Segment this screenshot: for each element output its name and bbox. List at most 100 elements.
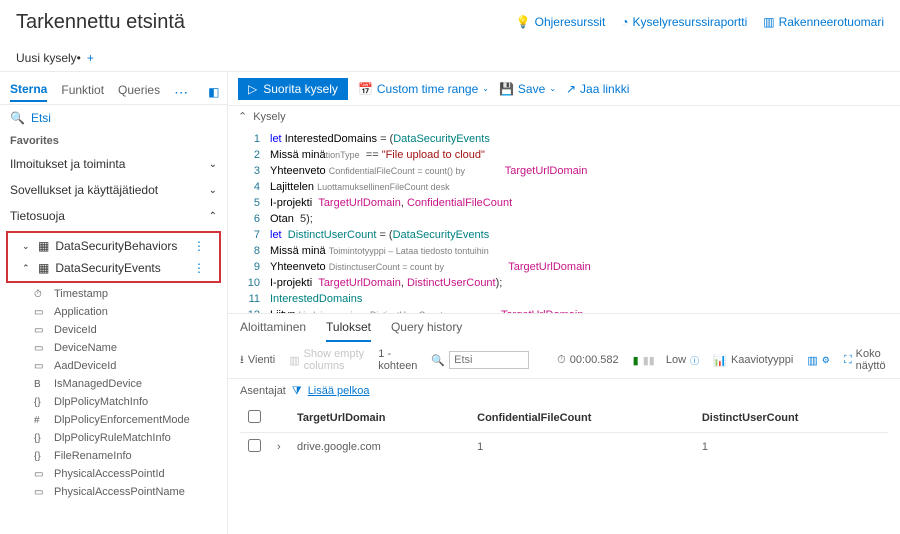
select-all-checkbox[interactable] xyxy=(248,410,261,423)
chevron-down-icon: ⌄ xyxy=(209,159,217,170)
sidebar: Sterna Funktiot Queries ⋯ ◧ 🔍 Etsi Favor… xyxy=(0,72,228,534)
chevron-up-icon: ⌃ xyxy=(209,211,217,222)
share-icon: ↗ xyxy=(566,82,576,96)
search-icon: 🔍 xyxy=(10,111,25,125)
add-filter-link[interactable]: Lisää pelkoa xyxy=(308,385,370,398)
time-range-dropdown[interactable]: 📅Custom time range⌄ xyxy=(358,82,489,96)
section-dataprotection[interactable]: Tietosuoja ⌃ xyxy=(0,203,227,229)
tab-results[interactable]: Tulokset xyxy=(326,320,371,342)
clock-icon: ⏱ xyxy=(557,354,566,367)
more-icon[interactable]: ⋮ xyxy=(193,261,205,275)
resource-low: ▮▮▮ Lowⓘ xyxy=(633,353,700,367)
field-type-icon: {} xyxy=(34,433,48,444)
highlighted-tables: ⌄ ▦ DataSecurityBehaviors ⋮ ⌃ ▦ DataSecu… xyxy=(6,231,221,283)
table-icon: ▦ xyxy=(38,261,49,275)
save-dropdown[interactable]: 💾Save⌄ xyxy=(499,82,556,96)
field-type-icon: ▭ xyxy=(34,343,48,354)
favorites-label: Favorites xyxy=(0,131,227,151)
search-icon: 🔍 xyxy=(431,354,445,367)
field-aaddeviceid[interactable]: ▭AadDeviceId xyxy=(0,357,227,375)
gauge-icon: ◔ xyxy=(621,15,628,29)
field-dlppolicyenforcementmode[interactable]: #DlpPolicyEnforcementMode xyxy=(0,411,227,429)
more-tabs-icon[interactable]: ⋯ xyxy=(174,84,188,101)
chevron-down-icon: ⌄ xyxy=(549,84,556,93)
customize-columns-button[interactable]: ▥⚙ xyxy=(807,354,830,367)
chart-icon: 📊 xyxy=(713,354,727,367)
filter-icon[interactable]: ⧩ xyxy=(292,385,302,398)
field-timestamp[interactable]: ⏱Timestamp xyxy=(0,285,227,303)
table-row[interactable]: › drive.google.com 1 1 xyxy=(240,433,888,462)
new-tab-button[interactable]: + xyxy=(87,51,94,65)
field-type-icon: ▭ xyxy=(34,469,48,480)
field-physicalaccesspointname[interactable]: ▭PhysicalAccessPointName xyxy=(0,483,227,501)
field-type-icon: B xyxy=(34,379,48,390)
columns-icon: ▥ xyxy=(289,354,299,367)
field-type-icon: # xyxy=(34,415,48,426)
help-link[interactable]: 💡Ohjeresurssit xyxy=(516,15,606,29)
run-query-button[interactable]: ▷Suorita kysely xyxy=(238,78,348,100)
field-type-icon: ▭ xyxy=(34,325,48,336)
schema-icon: ▥ xyxy=(763,15,774,29)
section-notifications[interactable]: Ilmoitukset ja toiminta ⌄ xyxy=(0,151,227,177)
field-deviceid[interactable]: ▭DeviceId xyxy=(0,321,227,339)
report-link[interactable]: ◔Kyselyresurssiraportti xyxy=(621,15,747,29)
field-application[interactable]: ▭Application xyxy=(0,303,227,321)
field-dlppolicymatchinfo[interactable]: {}DlpPolicyMatchInfo xyxy=(0,393,227,411)
more-icon[interactable]: ⋮ xyxy=(193,239,205,253)
play-icon: ▷ xyxy=(248,82,257,96)
fullscreen-button[interactable]: ⛶Koko näyttö xyxy=(844,348,888,372)
field-type-icon: ⏱ xyxy=(34,289,48,300)
download-icon: ⭳ xyxy=(240,351,244,370)
field-type-icon: ▭ xyxy=(34,487,48,498)
field-filerenameinfo[interactable]: {}FileRenameInfo xyxy=(0,447,227,465)
schema-link[interactable]: ▥Rakenneerotuomari xyxy=(763,15,884,29)
field-dlppolicyrulematchinfo[interactable]: {}DlpPolicyRuleMatchInfo xyxy=(0,429,227,447)
panel-toggle-icon[interactable]: ◧ xyxy=(208,85,219,99)
query-editor[interactable]: 1let InterestedDomains = (DataSecurityEv… xyxy=(228,127,900,313)
functions-tab[interactable]: Funktiot xyxy=(61,83,104,101)
field-devicename[interactable]: ▭DeviceName xyxy=(0,339,227,357)
table-datasecuritybehaviors[interactable]: ⌄ ▦ DataSecurityBehaviors ⋮ xyxy=(8,235,219,257)
result-search[interactable]: 🔍 xyxy=(431,351,529,369)
chart-type-button[interactable]: 📊Kaaviotyyppi xyxy=(713,354,793,367)
queries-tab[interactable]: Queries xyxy=(118,83,160,101)
row-checkbox[interactable] xyxy=(248,439,261,452)
bulb-icon: 💡 xyxy=(516,15,531,29)
share-button[interactable]: ↗Jaa linkki xyxy=(566,82,629,96)
result-count: 1 -kohteen xyxy=(378,348,417,372)
section-apps[interactable]: Sovellukset ja käyttäjätiedot ⌄ xyxy=(0,177,227,203)
table-datasecurityevents[interactable]: ⌃ ▦ DataSecurityEvents ⋮ xyxy=(8,257,219,279)
field-type-icon: {} xyxy=(34,397,48,408)
results-grid: TargetUrlDomain ConfidentialFileCount Di… xyxy=(228,404,900,461)
schema-search[interactable]: 🔍 Etsi xyxy=(0,105,227,131)
filters-label: Asentajat xyxy=(240,385,286,398)
result-search-input[interactable] xyxy=(449,351,529,369)
col-targeturldomain[interactable]: TargetUrlDomain xyxy=(289,404,469,433)
calendar-icon: 📅 xyxy=(358,82,373,96)
col-confidentialfilecount[interactable]: ConfidentialFileCount xyxy=(469,404,694,433)
chevron-down-icon: ⌄ xyxy=(209,185,217,196)
field-ismanageddevice[interactable]: BIsManagedDevice xyxy=(0,375,227,393)
expand-icon: ⛶ xyxy=(844,354,852,367)
tab-getting-started[interactable]: Aloittaminen xyxy=(240,320,306,342)
query-tab[interactable]: Uusi kysely• xyxy=(16,51,81,65)
expand-row-icon[interactable]: › xyxy=(269,433,289,462)
empty-columns-toggle[interactable]: ▥Show empty columns xyxy=(289,348,364,372)
chevron-down-icon: ⌄ xyxy=(22,241,32,252)
chevron-up-icon: ⌃ xyxy=(22,263,32,274)
table-icon: ▦ xyxy=(38,239,49,253)
field-type-icon: ▭ xyxy=(34,307,48,318)
chevron-up-icon[interactable]: ⌃ xyxy=(238,110,247,123)
query-time: ⏱00:00.582 xyxy=(557,354,619,367)
export-button[interactable]: ⭳Vienti xyxy=(240,351,275,370)
schema-tab[interactable]: Sterna xyxy=(10,82,47,102)
save-icon: 💾 xyxy=(499,82,514,96)
info-icon[interactable]: ⓘ xyxy=(690,353,699,367)
field-type-icon: ▭ xyxy=(34,361,48,372)
page-title: Tarkennettu etsintä xyxy=(16,11,516,34)
col-distinctusercount[interactable]: DistinctUserCount xyxy=(694,404,888,433)
field-physicalaccesspointid[interactable]: ▭PhysicalAccessPointId xyxy=(0,465,227,483)
chevron-down-icon: ⌄ xyxy=(482,84,489,93)
field-type-icon: {} xyxy=(34,451,48,462)
tab-query-history[interactable]: Query history xyxy=(391,320,462,342)
